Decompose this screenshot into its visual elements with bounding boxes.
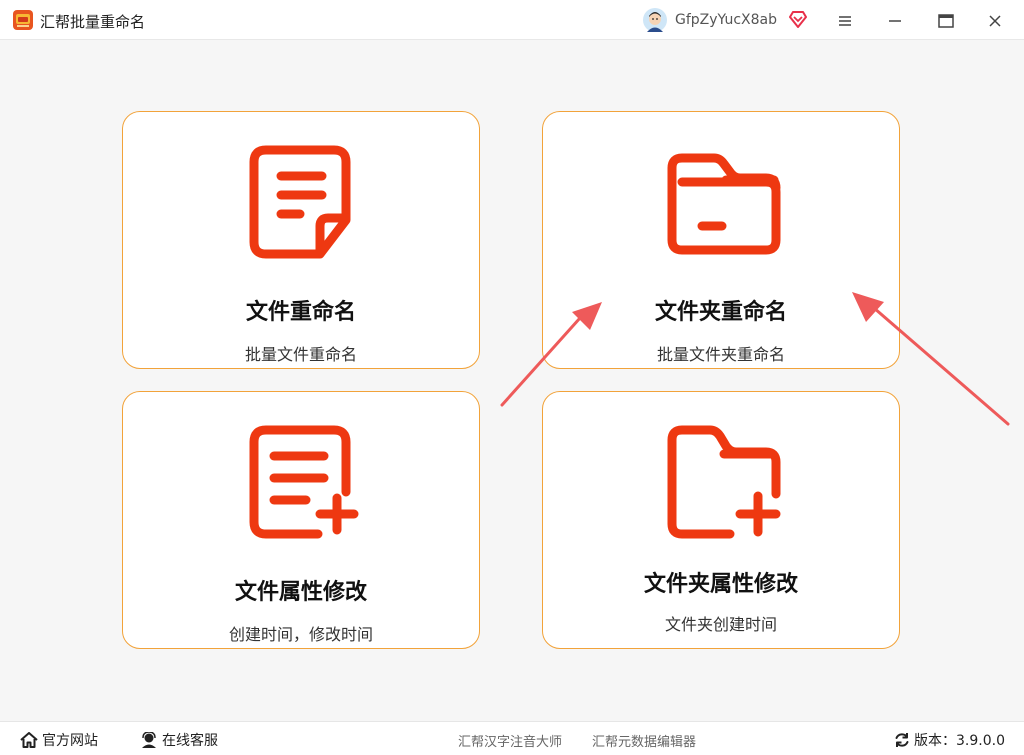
online-support-link[interactable]: 在线客服 [140, 730, 218, 750]
card-folder-rename[interactable]: 文件夹重命名 批量文件夹重命名 [542, 111, 900, 369]
card-file-rename[interactable]: 文件重命名 批量文件重命名 [122, 111, 480, 369]
online-support-label: 在线客服 [162, 733, 218, 749]
document-add-icon [249, 425, 359, 539]
menu-icon [839, 16, 851, 26]
pinyin-tool-label: 汇帮汉字注音大师 [458, 735, 563, 750]
close-button[interactable] [982, 8, 1008, 34]
metadata-editor-link[interactable]: 汇帮元数据编辑器 [592, 731, 696, 750]
card-title: 文件夹属性修改 [643, 572, 798, 597]
maximize-button[interactable] [932, 8, 958, 34]
minimize-icon [889, 20, 901, 22]
username[interactable]: GfpZyYucX8ab [675, 12, 777, 28]
card-subtitle: 批量文件夹重命名 [656, 345, 785, 364]
official-website-link[interactable]: 官方网站 [20, 730, 98, 750]
app-logo-icon [13, 10, 33, 30]
card-folder-attributes[interactable]: 文件夹属性修改 文件夹创建时间 [542, 391, 900, 649]
document-icon [249, 145, 351, 259]
support-agent-icon [142, 732, 156, 748]
home-icon [20, 732, 38, 748]
card-title: 文件夹重命名 [654, 300, 787, 325]
card-title: 文件重命名 [245, 300, 356, 325]
metadata-editor-label: 汇帮元数据编辑器 [592, 735, 697, 750]
menu-button[interactable] [832, 8, 858, 34]
footer-bar: 官方网站 在线客服 汇帮汉字注音大师 汇帮元数据编辑器 版本：3.9.0.0 [0, 721, 1024, 755]
maximize-icon [938, 14, 954, 28]
close-icon [989, 15, 1001, 27]
title-bar: 汇帮批量重命名 GfpZyYucX8ab [0, 0, 1024, 40]
card-title: 文件属性修改 [234, 580, 367, 605]
pinyin-tool-link[interactable]: 汇帮汉字注音大师 [458, 731, 562, 750]
official-website-label: 官方网站 [42, 733, 98, 749]
folder-icon [667, 153, 781, 255]
version-info[interactable]: 版本：3.9.0.0 [894, 730, 1005, 750]
card-file-attributes[interactable]: 文件属性修改 创建时间，修改时间 [122, 391, 480, 649]
app-title: 汇帮批量重命名 [40, 13, 146, 31]
vip-diamond-icon[interactable] [789, 11, 807, 28]
card-subtitle: 批量文件重命名 [244, 345, 357, 364]
folder-add-icon [667, 425, 781, 539]
user-avatar[interactable] [643, 8, 667, 32]
card-subtitle: 创建时间，修改时间 [228, 625, 373, 644]
version-label: 版本：3.9.0.0 [914, 733, 1005, 749]
refresh-icon [895, 733, 909, 747]
minimize-button[interactable] [882, 8, 908, 34]
card-subtitle: 文件夹创建时间 [664, 615, 777, 634]
